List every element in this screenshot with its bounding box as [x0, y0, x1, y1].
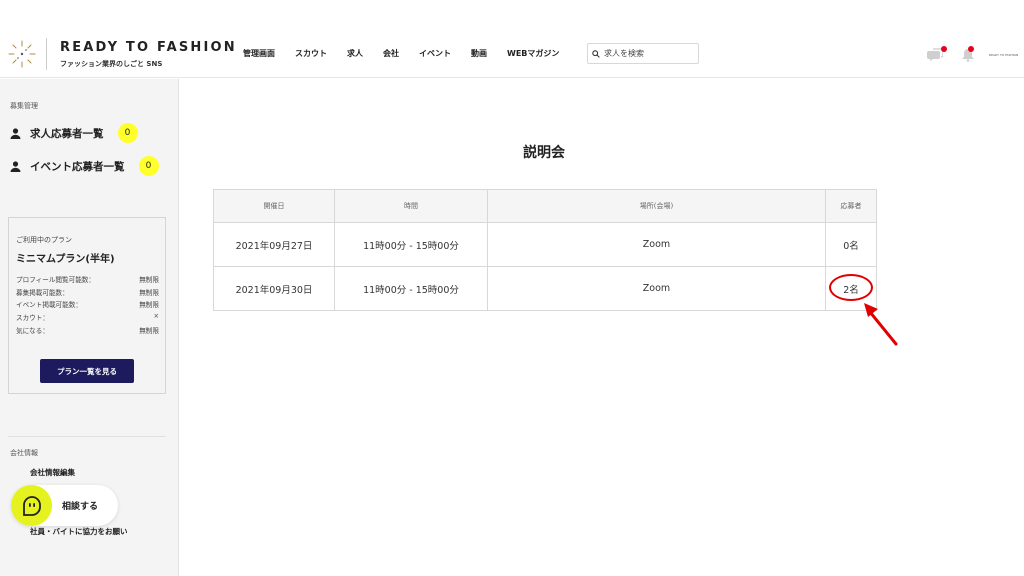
column-header-time: 時間	[334, 189, 488, 223]
sidebar-item-request-cooperation[interactable]: 社員・バイトに協力をお願い	[30, 526, 128, 537]
page-title: 説明会	[523, 145, 565, 161]
plan-row-key: スカウト：	[16, 314, 49, 322]
plan-row-value: 無制限	[139, 327, 159, 335]
nav-item-scout[interactable]: スカウト	[295, 48, 327, 59]
cell-time: 11時00分 - 15時00分	[334, 222, 488, 267]
plan-row-value: 無制限	[139, 289, 159, 297]
cell-applicants: 0名	[825, 222, 877, 267]
person-icon	[10, 127, 21, 139]
brand-subtitle: ファッション業界のしごと SNS	[60, 60, 163, 68]
top-header: READY TO FASHION ファッション業界のしごと SNS 管理画面 ス…	[0, 30, 1024, 78]
view-plans-button[interactable]: プラン一覧を見る	[40, 359, 134, 383]
brand-title[interactable]: READY TO FASHION	[60, 40, 237, 55]
sidebar-item-label: 求人応募者一覧	[30, 127, 104, 140]
table-row: 2021年09月27日 11時00分 - 15時00分 Zoom 0名	[213, 222, 877, 267]
person-icon	[10, 160, 21, 172]
sidebar-item-job-applicants[interactable]: 求人応募者一覧 0	[10, 123, 138, 143]
column-header-date: 開催日	[213, 189, 335, 223]
count-badge: 0	[117, 123, 138, 143]
plan-row-value: 無制限	[139, 276, 159, 284]
applicants-link[interactable]: 0名	[843, 241, 859, 252]
bell-notification-dot	[968, 46, 974, 52]
nav-item-dashboard[interactable]: 管理画面	[243, 48, 275, 59]
cell-time: 11時00分 - 15時00分	[334, 266, 488, 311]
search-icon	[592, 49, 600, 58]
table-header-row: 開催日 時間 場所(会場) 応募者	[213, 189, 877, 223]
search-box[interactable]	[587, 43, 699, 64]
plan-row: プロフィール閲覧可能数： 無制限	[16, 274, 159, 284]
cell-date: 2021年09月27日	[213, 222, 335, 267]
count-badge: 0	[138, 156, 159, 176]
plan-row-key: 募集掲載可能数：	[16, 289, 69, 297]
cell-place: Zoom	[487, 222, 826, 267]
section-label-company: 会社情報	[10, 449, 38, 457]
sidebar-divider	[8, 436, 166, 437]
search-input[interactable]	[604, 49, 694, 58]
nav-item-web-magazine[interactable]: WEBマガジン	[507, 48, 559, 59]
plan-row: 募集掲載可能数： 無制限	[16, 287, 159, 297]
message-notification-dot	[941, 46, 947, 52]
nav-item-company[interactable]: 会社	[383, 48, 399, 59]
nav-item-videos[interactable]: 動画	[471, 48, 487, 59]
plan-row-key: プロフィール閲覧可能数：	[16, 276, 95, 284]
plan-row: 気になる： 無制限	[16, 325, 159, 335]
plan-row-value: ×	[153, 312, 159, 320]
page: READY TO FASHION ファッション業界のしごと SNS 管理画面 ス…	[0, 0, 1024, 576]
user-logo[interactable]: READY TO FASHION	[989, 53, 1018, 57]
nav-item-jobs[interactable]: 求人	[347, 48, 363, 59]
plan-row-key: 気になる：	[16, 327, 49, 335]
column-header-place: 場所(会場)	[487, 189, 826, 223]
chat-face-icon	[11, 485, 52, 526]
consult-chat-button[interactable]: 相談する	[11, 485, 118, 526]
column-header-applicants: 応募者	[825, 189, 877, 223]
annotation-arrow-icon	[864, 303, 898, 346]
sidebar-item-edit-company[interactable]: 会社情報編集	[30, 467, 75, 478]
plan-row-value: 無制限	[139, 301, 159, 309]
logo-icon[interactable]	[4, 36, 40, 72]
main-nav: 管理画面 スカウト 求人 会社 イベント 動画 WEBマガジン	[243, 48, 579, 59]
table-row: 2021年09月30日 11時00分 - 15時00分 Zoom 2名	[213, 266, 877, 311]
nav-item-events[interactable]: イベント	[419, 48, 451, 59]
plan-label: ご利用中のプラン	[16, 236, 72, 244]
plan-row-key: イベント掲載可能数：	[16, 301, 82, 309]
sidebar-item-event-applicants[interactable]: イベント応募者一覧 0	[10, 156, 159, 176]
events-table: 開催日 時間 場所(会場) 応募者 2021年09月27日 11時00分 - 1…	[213, 189, 877, 311]
logo-divider	[46, 38, 47, 70]
cell-place: Zoom	[487, 266, 826, 311]
annotation-circle	[829, 274, 873, 301]
plan-row: スカウト： ×	[16, 312, 159, 322]
plan-row: イベント掲載可能数： 無制限	[16, 299, 159, 309]
section-label-recruit: 募集管理	[10, 102, 38, 110]
plan-panel: ご利用中のプラン ミニマムプラン(半年) プロフィール閲覧可能数： 無制限 募集…	[8, 217, 166, 394]
plan-name: ミニマムプラン(半年)	[16, 254, 115, 265]
cell-date: 2021年09月30日	[213, 266, 335, 311]
consult-label: 相談する	[62, 502, 99, 512]
sidebar-item-label: イベント応募者一覧	[30, 160, 125, 173]
